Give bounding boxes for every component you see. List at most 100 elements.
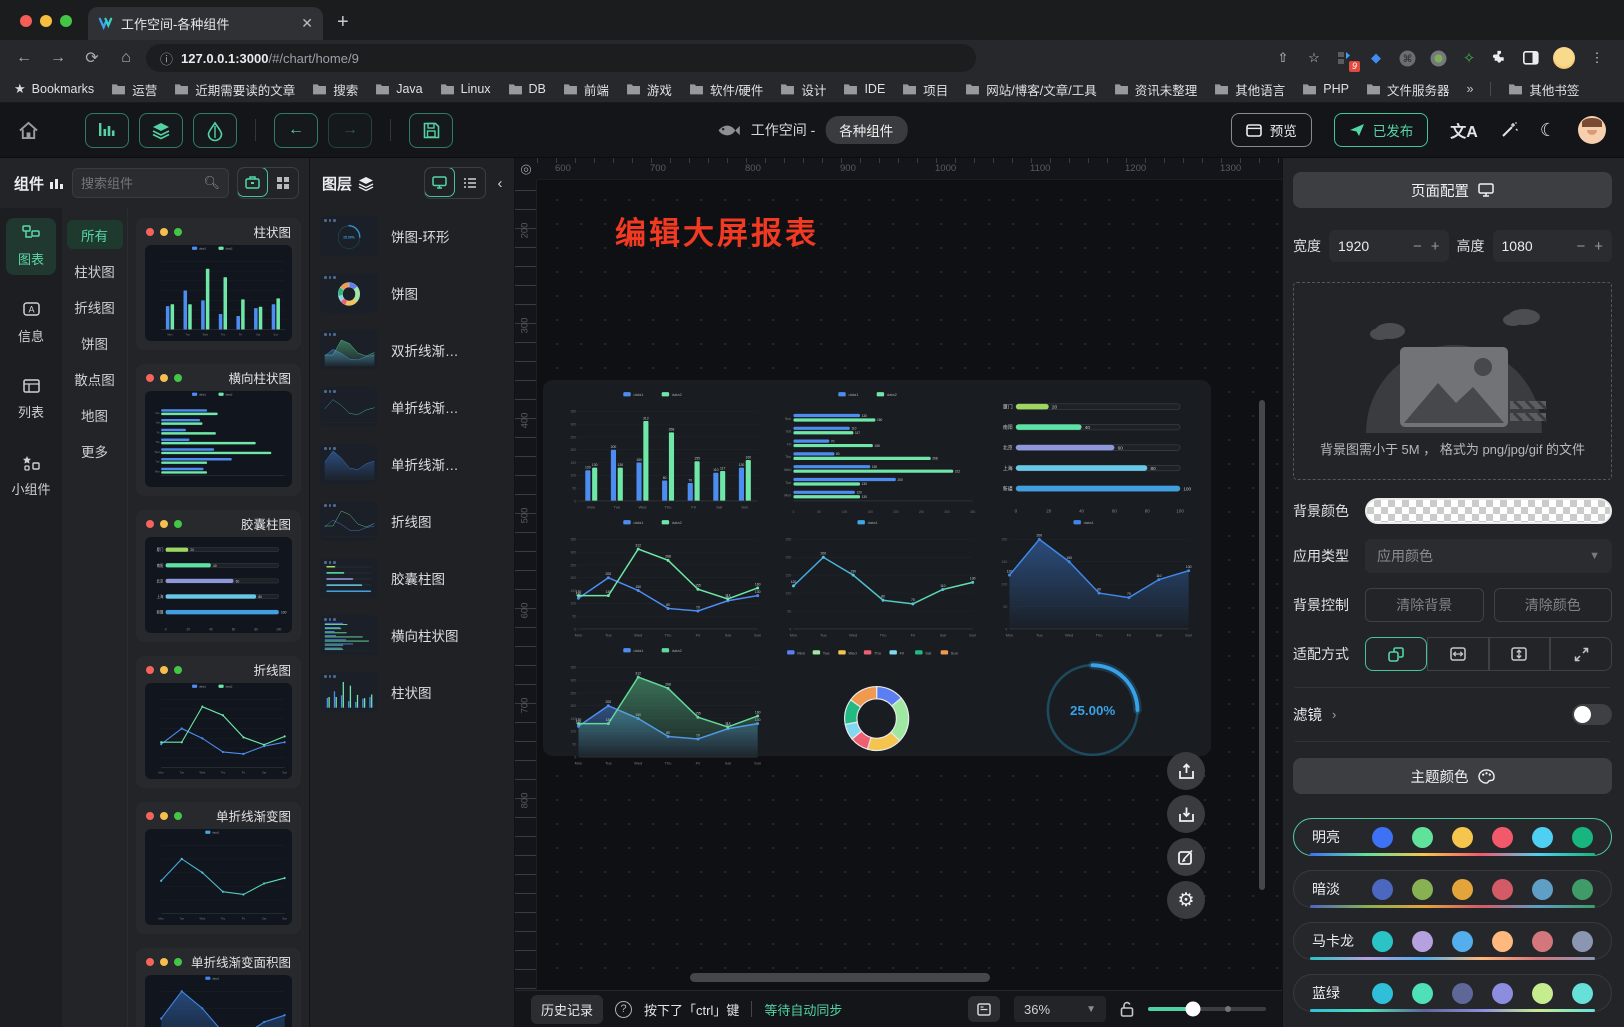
bookmarks-root[interactable]: ★ Bookmarks <box>14 81 94 97</box>
layer-item[interactable]: 单折线渐… <box>320 387 504 427</box>
theme-color-dot[interactable] <box>1572 983 1593 1004</box>
collapse-panel-chevron[interactable]: ‹ <box>492 175 508 192</box>
extension-tampermonkey-icon[interactable]: 9 <box>1336 49 1354 67</box>
layer-item[interactable]: 25.00%饼图-环形 <box>320 216 504 256</box>
background-color-swatch[interactable] <box>1365 498 1612 524</box>
zoom-slider[interactable] <box>1148 1007 1266 1011</box>
theme-color-dot[interactable] <box>1532 827 1553 848</box>
category-所有[interactable]: 所有 <box>67 220 123 249</box>
window-close-button[interactable] <box>20 15 32 27</box>
theme-color-dot[interactable] <box>1572 879 1593 900</box>
canvas-text-title[interactable]: 编辑大屏报表 <box>615 208 819 253</box>
bookmark-folder[interactable]: 软件/硬件 <box>689 80 763 99</box>
width-stepper[interactable]: 1920 − + <box>1329 230 1449 262</box>
background-upload-dropzone[interactable]: 背景图需小于 5M ， 格式为 png/jpg/gif 的文件 <box>1293 282 1612 480</box>
width-minus-button[interactable]: − <box>1413 238 1422 255</box>
notes-button[interactable] <box>968 996 1000 1022</box>
canvas-vertical-scrollbar[interactable] <box>1259 400 1265 890</box>
extension-star-icon[interactable]: ✧ <box>1460 49 1478 67</box>
theme-row-明亮[interactable]: 明亮 <box>1293 818 1612 856</box>
theme-color-dot[interactable] <box>1572 931 1593 952</box>
theme-color-dot[interactable] <box>1492 827 1513 848</box>
theme-color-dot[interactable] <box>1372 983 1393 1004</box>
browser-profile-avatar[interactable] <box>1553 47 1575 69</box>
theme-color-dot[interactable] <box>1532 879 1553 900</box>
user-avatar[interactable] <box>1578 116 1606 144</box>
layer-item[interactable]: 胶囊柱图 <box>320 558 504 598</box>
browser-tab[interactable]: 工作空间-各种组件 ✕ <box>88 7 323 40</box>
theme-color-dot[interactable] <box>1572 827 1593 848</box>
window-zoom-button[interactable] <box>60 15 72 27</box>
bookmark-folder[interactable]: Java <box>375 82 422 96</box>
category-饼图[interactable]: 饼图 <box>67 328 123 357</box>
theme-color-dot[interactable] <box>1452 879 1473 900</box>
theme-color-dot[interactable] <box>1412 983 1433 1004</box>
thumbnail-view-button[interactable] <box>424 167 455 197</box>
component-search[interactable]: 🔍︎ <box>72 168 229 198</box>
clear-color-button[interactable]: 清除颜色 <box>1494 588 1613 622</box>
window-minimize-button[interactable] <box>40 15 52 27</box>
window-controls[interactable] <box>0 15 88 40</box>
app-type-select[interactable]: 应用颜色 ▼ <box>1365 539 1612 573</box>
component-card[interactable]: 折线图data1data2MonTueWedThuFriSatSun <box>136 656 301 788</box>
list-view-button[interactable] <box>454 168 485 198</box>
tab-close-icon[interactable]: ✕ <box>301 15 313 32</box>
component-card[interactable]: 单折线渐变图data1MonTueWedThuFriSatSun <box>136 802 301 934</box>
undo-button[interactable]: ← <box>274 113 318 148</box>
canvas-chart-line[interactable]: data1data2350300250200150100500MonTueWed… <box>555 518 768 644</box>
bookmark-folder[interactable]: PHP <box>1302 82 1349 96</box>
dark-mode-moon-icon[interactable]: ☾ <box>1540 120 1556 141</box>
grid-view-button[interactable] <box>267 168 298 198</box>
bookmark-folder[interactable]: 搜索 <box>312 80 358 99</box>
home-icon[interactable]: ⌂ <box>112 49 140 67</box>
download-button[interactable] <box>1167 795 1205 833</box>
bookmark-star-icon[interactable]: ☆ <box>1305 49 1323 67</box>
theme-color-header[interactable]: 主题颜色 <box>1293 758 1612 794</box>
zoom-select[interactable]: 36% ▼ <box>1014 996 1106 1022</box>
canvas-chart-pie[interactable]: MonTueWedThuFriSatSun <box>770 646 983 772</box>
bookmark-folder[interactable]: 近期需要读的文章 <box>174 80 295 99</box>
theme-color-dot[interactable] <box>1452 827 1473 848</box>
layer-item[interactable]: 折线图 <box>320 501 504 541</box>
fit-stretch-button[interactable] <box>1550 637 1612 671</box>
width-plus-button[interactable]: + <box>1431 238 1440 255</box>
canvas-chart-gradient-area[interactable]: data1200150100500MonTueWedThuFriSatSun12… <box>986 518 1199 644</box>
project-name-pill[interactable]: 各种组件 <box>825 116 907 144</box>
bookmark-folder[interactable]: 设计 <box>780 80 826 99</box>
save-button[interactable] <box>409 113 453 148</box>
theme-color-dot[interactable] <box>1492 931 1513 952</box>
bookmark-folder[interactable]: 其他语言 <box>1214 80 1285 99</box>
theme-color-dot[interactable] <box>1372 827 1393 848</box>
settings-button[interactable]: ⚙︎ <box>1167 881 1205 919</box>
site-info-icon[interactable]: ⓘ <box>160 49 173 68</box>
translate-icon[interactable]: 文A <box>1450 118 1478 142</box>
theme-row-蓝绿[interactable]: 蓝绿 <box>1293 974 1612 1012</box>
history-button[interactable]: 历史记录 <box>531 995 603 1024</box>
clear-background-button[interactable]: 清除背景 <box>1365 588 1484 622</box>
theme-color-dot[interactable] <box>1372 931 1393 952</box>
bookmark-folder[interactable]: DB <box>508 82 546 96</box>
theme-row-暗淡[interactable]: 暗淡 <box>1293 870 1612 908</box>
fit-scale-button[interactable] <box>1365 637 1427 671</box>
category-散点图[interactable]: 散点图 <box>67 364 123 393</box>
share-icon[interactable]: ⇧ <box>1274 49 1292 67</box>
fit-width-button[interactable] <box>1427 637 1489 671</box>
layer-item[interactable]: 横向柱状图 <box>320 615 504 655</box>
page-config-header[interactable]: 页面配置 <box>1293 172 1612 208</box>
extension-command-icon[interactable]: ⌘ <box>1398 49 1416 67</box>
sidebar-toggle-icon[interactable] <box>1522 49 1540 67</box>
canvas-chart-hbar[interactable]: data1data2Mon120130Tue200130Wed150312Thu… <box>770 390 983 516</box>
height-value[interactable]: 1080 <box>1502 238 1568 254</box>
theme-color-dot[interactable] <box>1412 931 1433 952</box>
bookmark-folder[interactable]: IDE <box>843 82 885 96</box>
bookmarks-overflow-chevron[interactable]: » <box>1466 82 1473 96</box>
theme-color-dot[interactable] <box>1452 983 1473 1004</box>
theme-color-dot[interactable] <box>1452 931 1473 952</box>
theme-color-dot[interactable] <box>1412 827 1433 848</box>
theme-row-马卡龙[interactable]: 马卡龙 <box>1293 922 1612 960</box>
extension-gem-icon[interactable]: ◆ <box>1367 49 1385 67</box>
category-更多[interactable]: 更多 <box>67 436 123 465</box>
extensions-puzzle-icon[interactable] <box>1491 49 1509 67</box>
extension-record-icon[interactable] <box>1429 49 1447 67</box>
canvas-chart-double-line[interactable]: data1data2350300250200150100500MonTueWed… <box>555 646 768 772</box>
